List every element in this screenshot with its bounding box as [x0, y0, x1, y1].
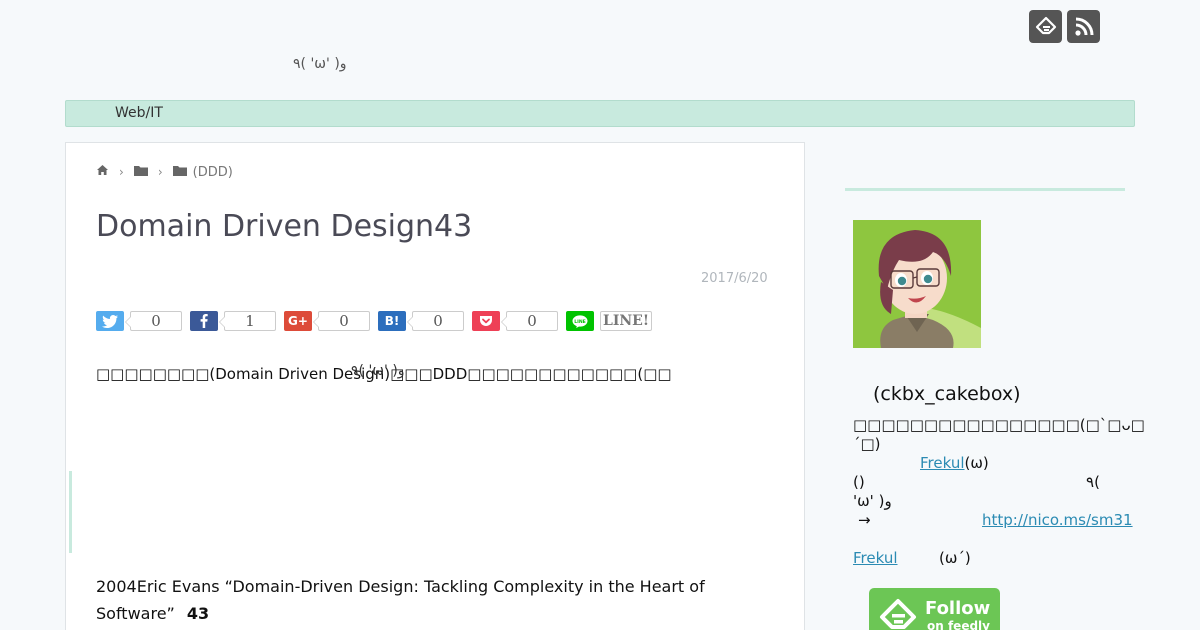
nav-item-webit[interactable]: Web/IT	[115, 105, 163, 121]
feedly-follow-label: Follow	[925, 598, 991, 619]
share-line[interactable]: LINE LINE!	[566, 311, 652, 331]
pocket-icon[interactable]	[472, 311, 500, 331]
hatena-bookmark-icon[interactable]: B!	[378, 311, 406, 331]
article-intro: □□□□□□□□(Domain Driven Design)□□□DDD□□□□…	[96, 363, 672, 383]
feedly-follow-button[interactable]: Follow on feedly	[869, 588, 1000, 630]
breadcrumb-category-link[interactable]: (DDD)	[193, 165, 233, 180]
sidebar-url-wrap: http://nico.ms/sm31	[982, 511, 1135, 529]
sidebar-frekul: Frekul (ω´)	[853, 549, 971, 567]
share-google-plus[interactable]: G+ 0	[284, 311, 370, 331]
article-body: 2004Eric Evans “Domain-Driven Design: Ta…	[96, 573, 736, 627]
google-plus-icon[interactable]: G+	[284, 311, 312, 331]
folder-icon[interactable]	[172, 165, 187, 180]
profile-name: (ckbx_cakebox)	[873, 383, 1021, 405]
frekul-sidebar-link[interactable]: Frekul	[853, 549, 939, 567]
profile-bio-line4: 'ω' )و	[853, 492, 892, 510]
article-card: › › (DDD) Domain Driven Design43 2017/6/…	[65, 142, 805, 630]
feedly-sub-label: on feedly	[927, 619, 990, 630]
profile-bio: □□□□□□□□□□□□□□□□(□`□ᴗ□´□) Frekul(ω) () ٩…	[853, 416, 1145, 511]
profile-bio-line3-text: ()	[853, 473, 865, 491]
share-facebook[interactable]: 1	[190, 311, 276, 331]
feedly-icon[interactable]	[1029, 10, 1062, 43]
quote-decoration	[69, 471, 72, 553]
twitter-icon[interactable]	[96, 311, 124, 331]
hatena-count: 0	[407, 311, 464, 331]
profile-bio-line3: () ٩(	[853, 473, 1103, 492]
page-title: Domain Driven Design43	[96, 209, 473, 244]
home-icon[interactable]	[96, 164, 109, 180]
facebook-icon[interactable]	[190, 311, 218, 331]
frekul-link[interactable]: Frekul	[920, 454, 965, 472]
google-plus-count: 0	[313, 311, 370, 331]
site-tagline: ٩( 'ω' )و	[293, 56, 347, 72]
share-hatena[interactable]: B! 0	[378, 311, 464, 331]
nico-video-link[interactable]: http://nico.ms/sm31	[982, 511, 1133, 529]
rss-icon[interactable]	[1067, 10, 1100, 43]
pocket-count: 0	[501, 311, 558, 331]
header-social-icons	[1029, 10, 1100, 43]
profile-bio-line1: □□□□□□□□□□□□□□□□(□`□ᴗ□´□)	[853, 416, 1145, 453]
post-date: 2017/6/20	[701, 271, 768, 286]
twitter-count: 0	[125, 311, 182, 331]
line-icon[interactable]: LINE	[566, 311, 594, 331]
share-pocket[interactable]: 0	[472, 311, 558, 331]
sidebar-frekul-after: (ω´)	[939, 549, 971, 567]
facebook-count: 1	[219, 311, 276, 331]
sidebar-arrow: →	[858, 511, 871, 529]
sidebar-divider	[845, 188, 1125, 191]
svg-text:LINE: LINE	[574, 318, 586, 324]
article-intro-face: ٩( 'ω' )و	[351, 363, 405, 379]
profile-bio-line2: Frekul(ω)	[853, 454, 1103, 473]
feedly-icon	[879, 598, 917, 630]
breadcrumb-separator-icon: ›	[157, 165, 163, 179]
share-twitter[interactable]: 0	[96, 311, 182, 331]
profile-bio-after-link: (ω)	[964, 454, 989, 472]
profile-bio-line3-face: ٩(	[1086, 473, 1100, 491]
breadcrumb-separator-icon: ›	[119, 165, 124, 179]
article-body-strong: 43	[186, 604, 210, 623]
global-nav: Web/IT	[65, 100, 1135, 127]
breadcrumb: › › (DDD)	[96, 164, 233, 180]
folder-icon[interactable]	[133, 165, 148, 180]
share-buttons: 0 1 G+ 0 B! 0 0 LINE LINE!	[96, 311, 660, 331]
profile-avatar	[853, 220, 981, 348]
line-share-label: LINE!	[600, 311, 652, 331]
